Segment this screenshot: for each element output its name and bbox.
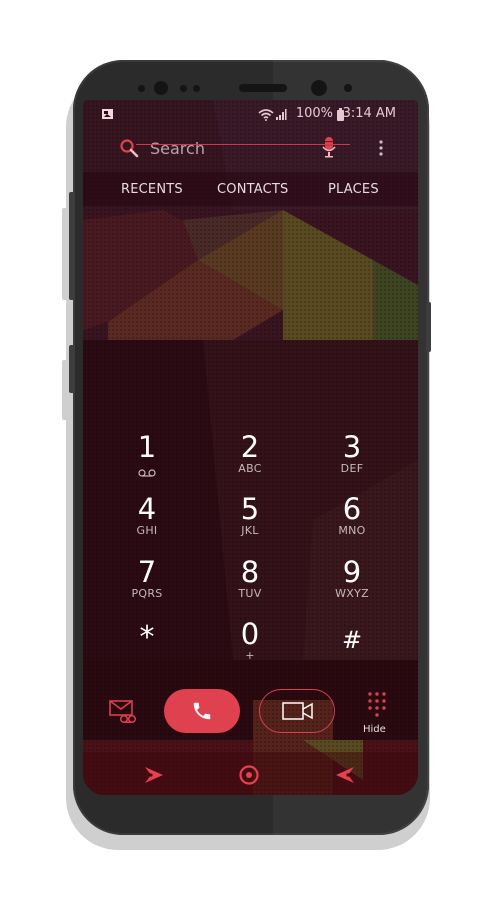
- signal-icon: [276, 109, 287, 120]
- key-digit: 8: [240, 555, 260, 589]
- more-vert-icon[interactable]: [379, 140, 383, 156]
- key-digit: 9: [342, 555, 362, 589]
- hide-dialpad-label[interactable]: Hide: [363, 724, 386, 735]
- video-call-button[interactable]: [259, 689, 335, 733]
- home-icon[interactable]: [238, 764, 260, 786]
- recent-apps-icon[interactable]: [143, 764, 165, 786]
- iris-camera: [311, 80, 327, 96]
- phone-screen: 100% 3:14 AM Search RECENTS CONTACTS PLA…: [83, 100, 418, 795]
- key-2[interactable]: 2 ABC: [200, 432, 300, 488]
- key-digit: 0: [240, 617, 260, 651]
- key-digit: 5: [240, 492, 260, 526]
- key-4[interactable]: 4 GHI: [97, 494, 197, 550]
- sensor-dot: [193, 85, 200, 92]
- key-digit: 7: [137, 555, 157, 589]
- key-letters: WXYZ: [335, 587, 369, 600]
- tab-bar: RECENTS CONTACTS PLACES: [83, 172, 418, 206]
- voicemail-icon: [138, 469, 156, 477]
- dialpad-icon[interactable]: [367, 691, 387, 719]
- sensor-dot: [138, 85, 145, 92]
- key-digit: 3: [342, 430, 362, 464]
- search-input[interactable]: Search: [150, 139, 205, 158]
- microphone-icon[interactable]: [322, 137, 336, 159]
- key-digit: 4: [137, 492, 157, 526]
- key-1[interactable]: 1: [97, 432, 197, 488]
- key-letters: MNO: [338, 524, 366, 537]
- key-letters: GHI: [136, 524, 158, 537]
- key-letters: JKL: [241, 524, 259, 537]
- voicemail-message-icon[interactable]: [109, 700, 137, 724]
- tab-contacts[interactable]: CONTACTS: [217, 182, 289, 197]
- key-digit: 2: [240, 430, 260, 464]
- video-camera-icon: [282, 702, 313, 720]
- key-letters: PQRS: [131, 587, 163, 600]
- tab-places[interactable]: PLACES: [328, 182, 379, 197]
- volume-button[interactable]: [69, 345, 75, 393]
- key-digit: #: [341, 626, 363, 654]
- key-hash[interactable]: #: [302, 625, 402, 681]
- key-digit: 1: [137, 430, 157, 464]
- wifi-icon: [258, 109, 274, 121]
- dialer-actions: Hide: [83, 680, 418, 740]
- back-icon[interactable]: [334, 764, 356, 786]
- front-camera: [154, 81, 168, 95]
- sensor-dot: [344, 84, 352, 92]
- key-8[interactable]: 8 TUV: [200, 557, 300, 613]
- key-5[interactable]: 5 JKL: [200, 494, 300, 550]
- tab-recents[interactable]: RECENTS: [121, 182, 183, 197]
- dialpad: 1 2 ABC 3 DEF 4 GHI 5 JKL 6 MNO 7 PQRS 8…: [83, 340, 418, 690]
- key-6[interactable]: 6 MNO: [302, 494, 402, 550]
- key-letters: ABC: [238, 462, 262, 475]
- clock: 3:14 AM: [342, 106, 396, 121]
- key-letters: +: [245, 649, 255, 662]
- battery-percent: 100%: [295, 106, 333, 121]
- power-button[interactable]: [426, 302, 431, 352]
- key-0[interactable]: 0 +: [200, 619, 300, 675]
- key-digit: *: [139, 620, 155, 655]
- bixby-button[interactable]: [69, 192, 75, 300]
- key-7[interactable]: 7 PQRS: [97, 557, 197, 613]
- key-3[interactable]: 3 DEF: [302, 432, 402, 488]
- navigation-bar: [83, 752, 418, 795]
- image-icon: [102, 109, 113, 119]
- phone-icon: [193, 702, 211, 720]
- status-bar: 100% 3:14 AM: [83, 100, 418, 126]
- sensor-dot: [180, 85, 187, 92]
- key-9[interactable]: 9 WXYZ: [302, 557, 402, 613]
- earpiece-speaker: [239, 84, 287, 92]
- key-star[interactable]: *: [97, 623, 197, 679]
- search-bar[interactable]: Search: [83, 128, 418, 170]
- search-underline: [136, 144, 350, 145]
- search-icon: [120, 139, 139, 158]
- key-letters: TUV: [238, 587, 262, 600]
- call-button[interactable]: [164, 689, 240, 733]
- key-digit: 6: [342, 492, 362, 526]
- key-letters: DEF: [340, 462, 364, 475]
